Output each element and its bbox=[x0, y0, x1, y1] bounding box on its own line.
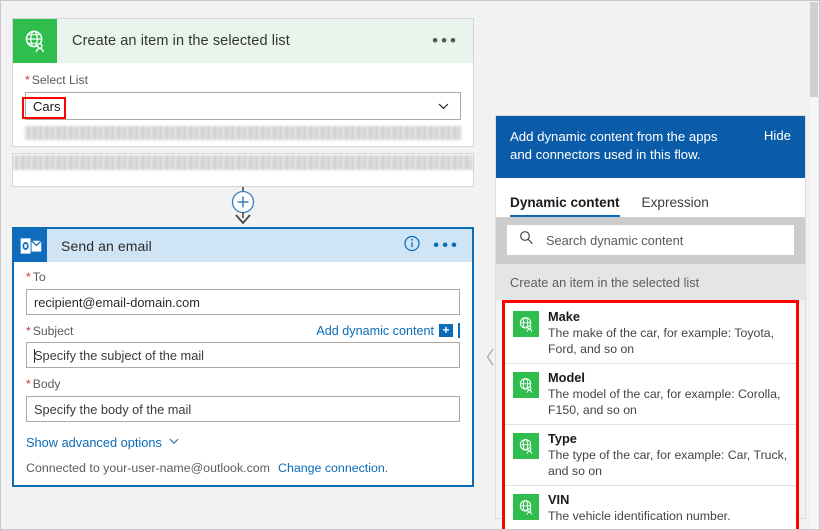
globe-person-icon bbox=[13, 19, 57, 63]
obscured-content-strip-2 bbox=[13, 155, 473, 170]
dynamic-content-item-text: Type The type of the car, for example: C… bbox=[548, 431, 788, 479]
to-input-value: recipient@email-domain.com bbox=[34, 295, 200, 310]
dynamic-content-tabs: Dynamic content Expression bbox=[496, 178, 805, 217]
sharepoint-card-body: *Select List Cars bbox=[13, 63, 473, 146]
chevron-down-icon bbox=[437, 100, 450, 113]
add-dynamic-content-label: Add dynamic content bbox=[316, 324, 434, 338]
body-placeholder: Specify the body of the mail bbox=[34, 402, 191, 417]
dynamic-content-item-name: Model bbox=[548, 370, 788, 385]
subject-field-label: *Subject bbox=[26, 324, 73, 338]
dynamic-content-panel: Add dynamic content from the apps and co… bbox=[495, 115, 806, 519]
search-placeholder: Search dynamic content bbox=[546, 233, 683, 248]
info-icon[interactable] bbox=[404, 235, 420, 256]
dynamic-content-items-highlight: Make The make of the car, for example: T… bbox=[502, 300, 799, 530]
dynamic-content-item-description: The model of the car, for example: Corol… bbox=[548, 386, 788, 418]
subject-placeholder: Specify the subject of the mail bbox=[34, 348, 204, 363]
show-advanced-options-button[interactable]: Show advanced options bbox=[26, 435, 460, 450]
add-dynamic-content-button[interactable]: Add dynamic content + bbox=[316, 323, 460, 338]
chevron-left-icon[interactable] bbox=[485, 346, 495, 368]
outlook-card-more-button[interactable]: ••• bbox=[433, 242, 460, 250]
select-list-label-text: Select List bbox=[32, 73, 88, 87]
globe-person-icon bbox=[513, 311, 539, 337]
add-step-connector bbox=[1, 187, 495, 227]
dynamic-content-item-name: Type bbox=[548, 431, 788, 446]
search-input[interactable]: Search dynamic content bbox=[507, 225, 794, 255]
select-list-dropdown[interactable]: Cars bbox=[25, 92, 461, 120]
globe-person-icon bbox=[513, 433, 539, 459]
dynamic-content-item-type[interactable]: Type The type of the car, for example: C… bbox=[505, 425, 796, 486]
body-label-text: Body bbox=[33, 377, 61, 391]
tab-expression[interactable]: Expression bbox=[642, 195, 709, 217]
subject-label-text: Subject bbox=[33, 324, 74, 338]
chevron-down-icon-advanced bbox=[168, 435, 180, 450]
sharepoint-card-header: Create an item in the selected list ••• bbox=[13, 19, 473, 63]
connection-status-text: Connected to your-user-name@outlook.com bbox=[26, 461, 270, 475]
sharepoint-card-title: Create an item in the selected list bbox=[72, 33, 290, 49]
subject-input[interactable]: Specify the subject of the mail bbox=[26, 342, 460, 368]
obscured-content-strip bbox=[25, 126, 461, 140]
hide-panel-button[interactable]: Hide bbox=[764, 128, 791, 143]
outlook-card-header: Send an email ••• bbox=[14, 229, 472, 262]
text-cursor-indicator bbox=[458, 323, 460, 338]
outlook-icon bbox=[14, 229, 47, 262]
tab-dynamic-content[interactable]: Dynamic content bbox=[510, 195, 620, 217]
dynamic-content-item-vin[interactable]: VIN The vehicle identification number. bbox=[505, 486, 796, 530]
globe-person-icon bbox=[513, 372, 539, 398]
required-indicator-to: * bbox=[26, 270, 31, 284]
subject-label-row: *Subject Add dynamic content + bbox=[26, 323, 460, 338]
select-list-label: *Select List bbox=[25, 73, 461, 87]
dynamic-content-item-description: The make of the car, for example: Toyota… bbox=[548, 325, 788, 357]
required-indicator-body: * bbox=[26, 377, 31, 391]
outlook-card-header-actions: ••• bbox=[404, 235, 460, 256]
connection-status: Connected to your-user-name@outlook.com C… bbox=[26, 461, 460, 475]
obscured-action-card bbox=[12, 153, 474, 187]
globe-person-icon bbox=[513, 494, 539, 520]
flow-canvas: Create an item in the selected list ••• … bbox=[1, 1, 495, 530]
dynamic-content-item-text: VIN The vehicle identification number. bbox=[548, 492, 731, 524]
flow-designer-screen: Create an item in the selected list ••• … bbox=[0, 0, 820, 530]
page-scrollbar-thumb[interactable] bbox=[810, 2, 818, 97]
sharepoint-card-more-button[interactable]: ••• bbox=[432, 37, 459, 45]
dynamic-content-item-text: Make The make of the car, for example: T… bbox=[548, 309, 788, 357]
dynamic-content-item-description: The type of the car, for example: Car, T… bbox=[548, 447, 788, 479]
dynamic-content-item-model[interactable]: Model The model of the car, for example:… bbox=[505, 364, 796, 425]
outlook-action-card[interactable]: Send an email ••• *To bbox=[12, 227, 474, 487]
dynamic-content-item-name: Make bbox=[548, 309, 788, 324]
search-icon bbox=[519, 230, 534, 250]
required-indicator: * bbox=[25, 73, 30, 87]
to-label-text: To bbox=[33, 270, 46, 284]
change-connection-link[interactable]: Change connection. bbox=[278, 461, 388, 475]
dynamic-content-banner: Add dynamic content from the apps and co… bbox=[496, 116, 805, 178]
dynamic-content-banner-text: Add dynamic content from the apps and co… bbox=[510, 128, 725, 164]
dynamic-content-item-text: Model The model of the car, for example:… bbox=[548, 370, 788, 418]
body-field-label: *Body bbox=[26, 377, 460, 391]
sharepoint-action-card[interactable]: Create an item in the selected list ••• … bbox=[12, 18, 474, 147]
outlook-card-body: *To recipient@email-domain.com *Subject … bbox=[14, 262, 472, 485]
dynamic-content-search-area: Search dynamic content bbox=[496, 217, 805, 264]
dynamic-content-item-description: The vehicle identification number. bbox=[548, 508, 731, 524]
subject-caret bbox=[34, 349, 35, 363]
dynamic-content-group-label: Create an item in the selected list bbox=[496, 264, 805, 300]
outlook-card-title: Send an email bbox=[61, 238, 152, 254]
to-field-label: *To bbox=[26, 270, 460, 284]
to-input[interactable]: recipient@email-domain.com bbox=[26, 289, 460, 315]
show-advanced-options-label: Show advanced options bbox=[26, 435, 162, 450]
dynamic-content-item-make[interactable]: Make The make of the car, for example: T… bbox=[505, 303, 796, 364]
dynamic-content-item-name: VIN bbox=[548, 492, 731, 507]
plus-icon: + bbox=[439, 324, 453, 337]
required-indicator-subject: * bbox=[26, 324, 31, 338]
body-input[interactable]: Specify the body of the mail bbox=[26, 396, 460, 422]
select-list-value: Cars bbox=[26, 99, 60, 114]
